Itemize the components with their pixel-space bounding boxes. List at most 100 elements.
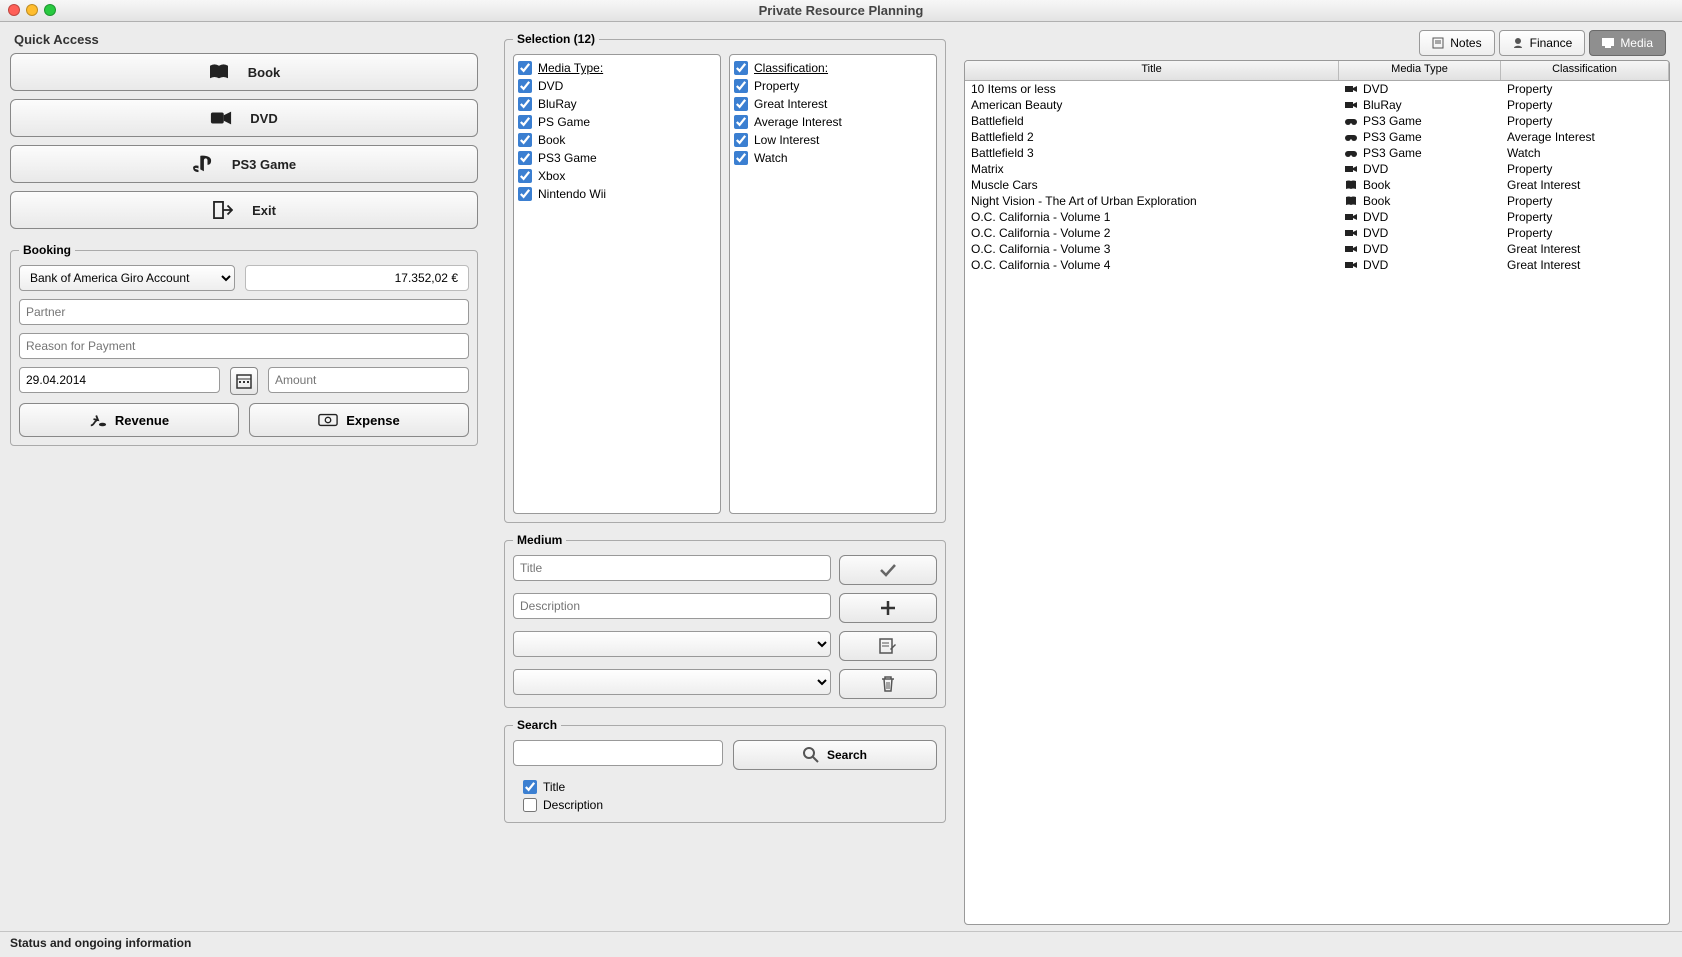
media-type-item-label: Nintendo Wii — [538, 187, 606, 201]
table-row[interactable]: O.C. California - Volume 4DVDGreat Inter… — [965, 257, 1669, 273]
cell-title: Muscle Cars — [965, 177, 1339, 193]
balance-display: 17.352,02 € — [245, 265, 469, 291]
cell-classification: Great Interest — [1501, 257, 1669, 273]
medium-description-input[interactable] — [513, 593, 831, 619]
media-type-item[interactable]: DVD — [518, 77, 716, 95]
media-row-icon — [1345, 212, 1357, 222]
media-type-item[interactable]: Book — [518, 131, 716, 149]
account-select[interactable]: Bank of America Giro Account — [19, 265, 235, 291]
close-window-button[interactable] — [8, 4, 20, 16]
table-row[interactable]: American BeautyBluRayProperty — [965, 97, 1669, 113]
table-row[interactable]: O.C. California - Volume 2DVDProperty — [965, 225, 1669, 241]
classification-header-check[interactable]: Classification: — [734, 59, 932, 77]
cell-title: 10 Items or less — [965, 81, 1339, 97]
book-button[interactable]: Book — [10, 53, 478, 91]
reason-input[interactable] — [19, 333, 469, 359]
classification-item[interactable]: Great Interest — [734, 95, 932, 113]
partner-input[interactable] — [19, 299, 469, 325]
exit-button[interactable]: Exit — [10, 191, 478, 229]
media-row-icon — [1345, 180, 1357, 190]
minimize-window-button[interactable] — [26, 4, 38, 16]
search-button[interactable]: Search — [733, 740, 937, 770]
cell-classification: Average Interest — [1501, 129, 1669, 145]
revenue-icon — [89, 412, 107, 428]
medium-group: Medium — [504, 533, 946, 708]
media-row-icon — [1345, 132, 1357, 142]
table-row[interactable]: BattlefieldPS3 GameProperty — [965, 113, 1669, 129]
cell-title: American Beauty — [965, 97, 1339, 113]
classification-item-label: Property — [754, 79, 799, 93]
media-type-list: Media Type: DVDBluRayPS GameBookPS3 Game… — [513, 54, 721, 514]
note-icon — [1432, 37, 1444, 49]
media-type-header-check[interactable]: Media Type: — [518, 59, 716, 77]
medium-type-select[interactable] — [513, 631, 831, 657]
delete-button[interactable] — [839, 669, 937, 699]
window-title: Private Resource Planning — [759, 3, 924, 18]
cell-title: O.C. California - Volume 4 — [965, 257, 1339, 273]
cell-media-type: DVD — [1339, 209, 1501, 225]
cell-classification: Property — [1501, 193, 1669, 209]
cell-title: O.C. California - Volume 1 — [965, 209, 1339, 225]
search-title-check[interactable]: Title — [523, 778, 937, 796]
media-type-item[interactable]: Nintendo Wii — [518, 185, 716, 203]
media-row-icon — [1345, 164, 1357, 174]
medium-class-select[interactable] — [513, 669, 831, 695]
tab-notes[interactable]: Notes — [1419, 30, 1494, 56]
booking-title: Booking — [19, 243, 75, 257]
confirm-button[interactable] — [839, 555, 937, 585]
amount-input[interactable] — [268, 367, 469, 393]
col-classification[interactable]: Classification — [1501, 61, 1669, 80]
media-type-item[interactable]: BluRay — [518, 95, 716, 113]
search-group: Search Search Title Description — [504, 718, 946, 823]
add-button[interactable] — [839, 593, 937, 623]
cell-title: O.C. California - Volume 3 — [965, 241, 1339, 257]
table-row[interactable]: Muscle CarsBookGreat Interest — [965, 177, 1669, 193]
media-type-item[interactable]: PS Game — [518, 113, 716, 131]
zoom-window-button[interactable] — [44, 4, 56, 16]
tab-finance[interactable]: Finance — [1499, 30, 1586, 56]
dvd-button[interactable]: DVD — [10, 99, 478, 137]
col-media-type[interactable]: Media Type — [1339, 61, 1501, 80]
titlebar: Private Resource Planning — [0, 0, 1682, 22]
media-row-icon — [1345, 244, 1357, 254]
revenue-button[interactable]: Revenue — [19, 403, 239, 437]
cell-media-type: PS3 Game — [1339, 145, 1501, 161]
classification-item[interactable]: Average Interest — [734, 113, 932, 131]
media-row-icon — [1345, 196, 1357, 206]
cell-media-type: PS3 Game — [1339, 129, 1501, 145]
ps3-game-button[interactable]: PS3 Game — [10, 145, 478, 183]
media-type-header: Media Type: — [538, 61, 603, 75]
book-icon — [208, 63, 230, 81]
tab-bar: Notes Finance Media — [964, 30, 1670, 56]
table-row[interactable]: Battlefield 3PS3 GameWatch — [965, 145, 1669, 161]
tab-media-label: Media — [1620, 36, 1653, 50]
date-input[interactable] — [19, 367, 220, 393]
tab-media[interactable]: Media — [1589, 30, 1666, 56]
edit-button[interactable] — [839, 631, 937, 661]
table-row[interactable]: MatrixDVDProperty — [965, 161, 1669, 177]
table-row[interactable]: 10 Items or lessDVDProperty — [965, 81, 1669, 97]
cell-classification: Property — [1501, 225, 1669, 241]
dvd-button-label: DVD — [250, 111, 277, 126]
col-title[interactable]: Title — [965, 61, 1339, 80]
classification-item[interactable]: Property — [734, 77, 932, 95]
cell-media-type: DVD — [1339, 161, 1501, 177]
calendar-button[interactable] — [230, 367, 258, 395]
search-description-check[interactable]: Description — [523, 796, 937, 814]
medium-title-input[interactable] — [513, 555, 831, 581]
search-input[interactable] — [513, 740, 723, 766]
classification-item[interactable]: Watch — [734, 149, 932, 167]
table-row[interactable]: O.C. California - Volume 1DVDProperty — [965, 209, 1669, 225]
media-row-icon — [1345, 100, 1357, 110]
booking-group: Booking Bank of America Giro Account 17.… — [10, 243, 478, 446]
table-row[interactable]: O.C. California - Volume 3DVDGreat Inter… — [965, 241, 1669, 257]
expense-icon — [318, 413, 338, 427]
table-row[interactable]: Night Vision - The Art of Urban Explorat… — [965, 193, 1669, 209]
classification-item[interactable]: Low Interest — [734, 131, 932, 149]
media-type-item[interactable]: PS3 Game — [518, 149, 716, 167]
table-header: Title Media Type Classification — [965, 61, 1669, 81]
cell-classification: Property — [1501, 81, 1669, 97]
media-type-item[interactable]: Xbox — [518, 167, 716, 185]
expense-button[interactable]: Expense — [249, 403, 469, 437]
table-row[interactable]: Battlefield 2PS3 GameAverage Interest — [965, 129, 1669, 145]
